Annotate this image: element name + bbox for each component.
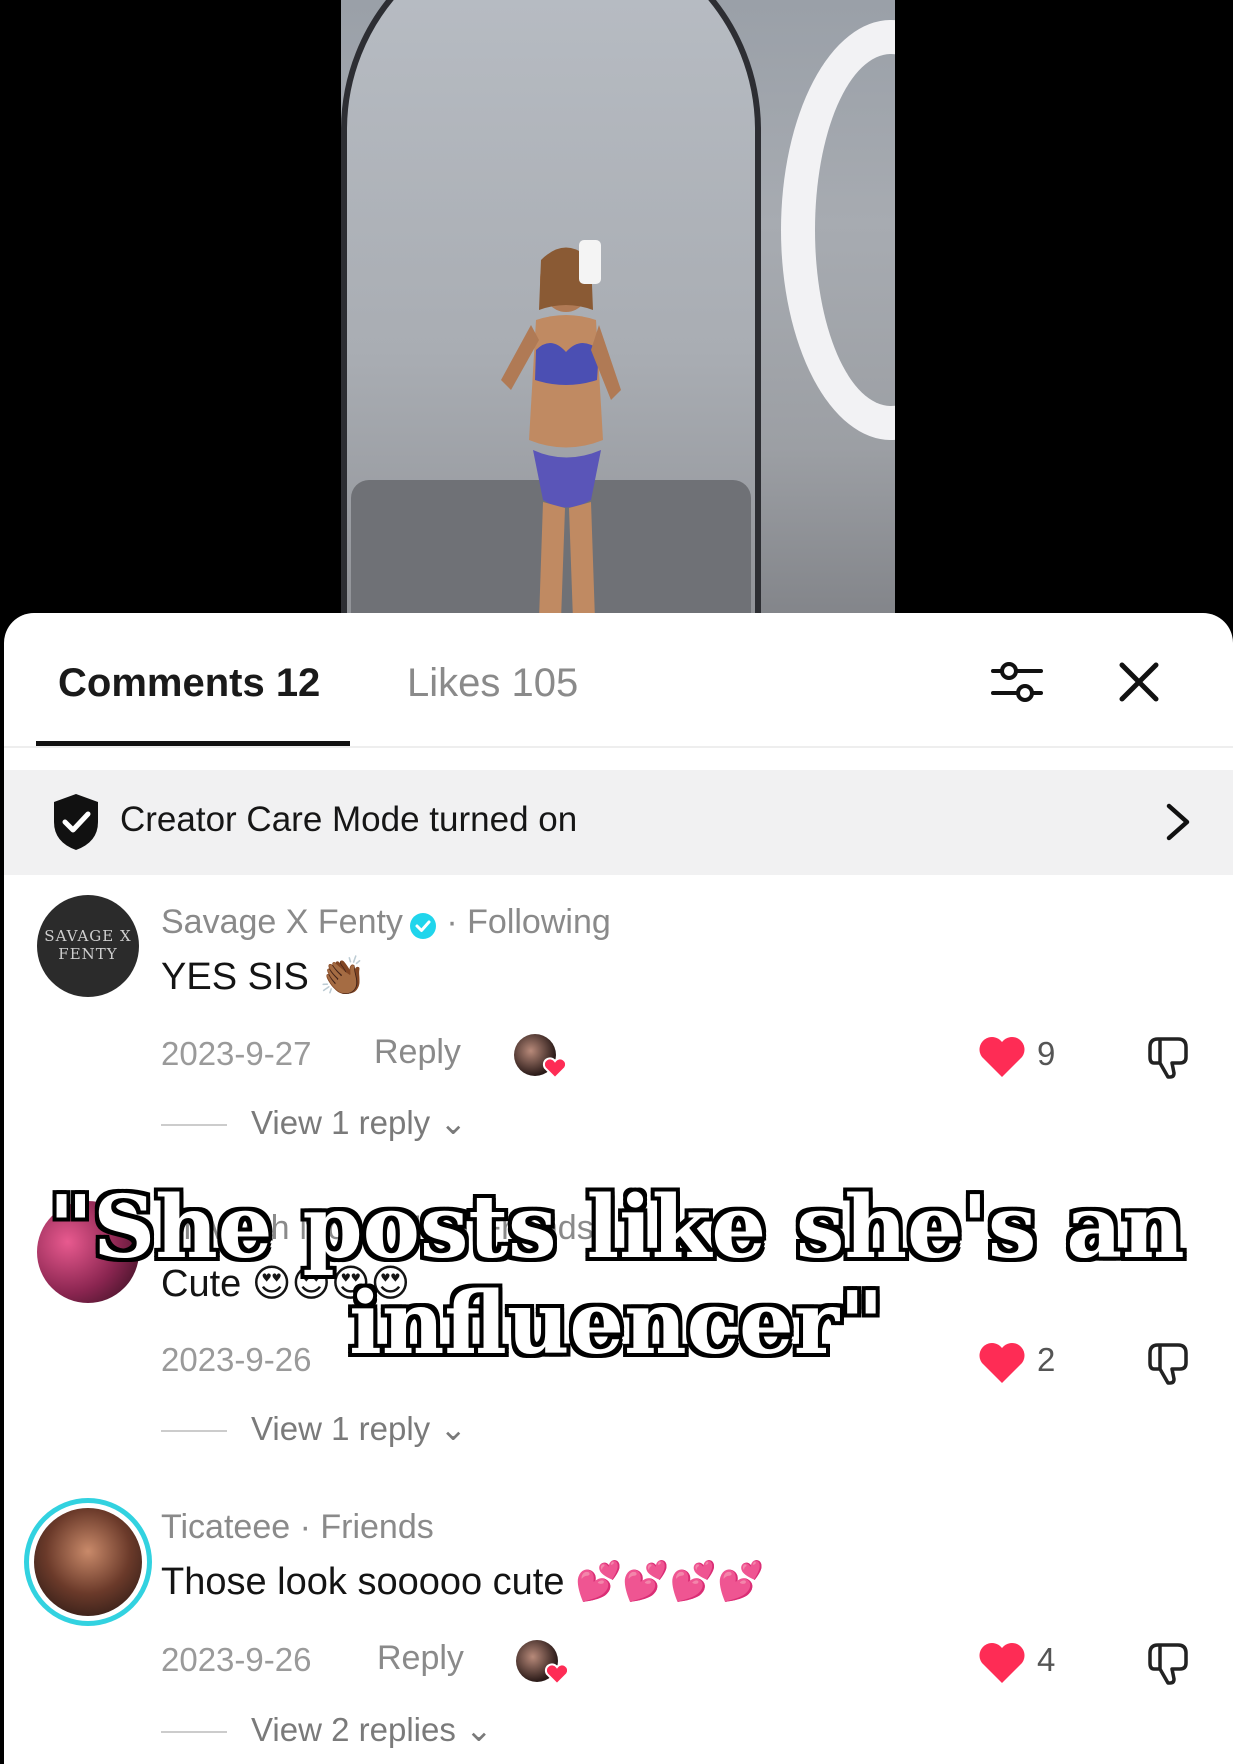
video-player[interactable] bbox=[0, 0, 1233, 640]
reply-line-divider bbox=[161, 1124, 227, 1127]
comment-text: Cute 😍😍😍😍 bbox=[161, 1263, 411, 1305]
creator-care-label: Creator Care Mode turned on bbox=[120, 800, 578, 839]
avatar-text: SAVAGE X FENTY bbox=[44, 927, 132, 963]
avatar[interactable] bbox=[24, 1498, 152, 1626]
verified-badge-icon bbox=[409, 910, 437, 940]
close-icon[interactable] bbox=[1114, 657, 1164, 707]
view-replies-text: View 1 reply ⌄ bbox=[251, 1104, 467, 1141]
avatar[interactable]: SAVAGE X FENTY bbox=[37, 895, 139, 997]
heart-icon[interactable] bbox=[977, 1033, 1027, 1079]
mini-heart-icon bbox=[544, 1663, 570, 1686]
avatar[interactable] bbox=[37, 1201, 139, 1303]
avatar-face bbox=[34, 1508, 142, 1616]
tab-bar: Comments 12 Likes 105 bbox=[4, 613, 1233, 746]
relation-text: · Friends bbox=[290, 1508, 434, 1546]
view-replies-button[interactable]: View 2 replies ⌄ bbox=[161, 1710, 493, 1749]
comment-username[interactable]: Savage X Fenty · Following bbox=[161, 903, 611, 942]
comment-date: 2023-9-26 bbox=[161, 1641, 312, 1678]
comment-username[interactable]: Sieviyah Mone M... · Friends bbox=[161, 1209, 594, 1248]
reply-line-divider bbox=[161, 1731, 227, 1734]
username-text: Savage X Fenty bbox=[161, 903, 403, 941]
ring-light-image bbox=[781, 20, 895, 440]
view-replies-text: View 2 replies ⌄ bbox=[251, 1711, 493, 1748]
relation-text: · Following bbox=[436, 903, 611, 941]
person-image bbox=[491, 240, 641, 620]
view-replies-button[interactable]: View 1 reply ⌄ bbox=[161, 1103, 467, 1142]
view-replies-button[interactable]: View 1 reply ⌄ bbox=[161, 1409, 467, 1448]
shield-check-icon bbox=[50, 792, 102, 852]
comment-text: Those look sooooo cute 💕💕💕💕 bbox=[161, 1561, 765, 1603]
like-count: 9 bbox=[1037, 1035, 1056, 1072]
comment-date: 2023-9-27 bbox=[161, 1035, 312, 1072]
reply-button[interactable]: Reply bbox=[377, 1639, 464, 1678]
dislike-icon[interactable] bbox=[1144, 1637, 1194, 1687]
heart-icon[interactable] bbox=[977, 1339, 1027, 1385]
view-replies-text: View 1 reply ⌄ bbox=[251, 1410, 467, 1447]
sliders-icon[interactable] bbox=[989, 655, 1045, 711]
mini-heart-icon bbox=[542, 1057, 568, 1080]
tabs-divider bbox=[4, 746, 1233, 748]
creator-care-banner[interactable]: Creator Care Mode turned on bbox=[4, 770, 1233, 875]
reply-line-divider bbox=[161, 1430, 227, 1433]
comment-username[interactable]: Ticateee · Friends bbox=[161, 1508, 434, 1547]
chevron-right-icon bbox=[1159, 802, 1195, 842]
comment-date: 2023-9-26 bbox=[161, 1341, 312, 1378]
dislike-icon[interactable] bbox=[1144, 1337, 1194, 1387]
like-count: 4 bbox=[1037, 1641, 1056, 1678]
comments-sheet: Comments 12 Likes 105 Creator Care Mode … bbox=[4, 613, 1233, 1764]
tab-likes[interactable]: Likes 105 bbox=[407, 661, 578, 706]
username-text: Ticateee bbox=[161, 1508, 291, 1546]
tab-comments[interactable]: Comments 12 bbox=[58, 661, 320, 706]
like-count: 2 bbox=[1037, 1341, 1056, 1378]
video-frame bbox=[341, 0, 895, 640]
heart-icon[interactable] bbox=[977, 1639, 1027, 1685]
reply-button[interactable]: Reply bbox=[374, 1033, 461, 1072]
comment-text: YES SIS 👏🏾 bbox=[161, 956, 367, 998]
dislike-icon[interactable] bbox=[1144, 1031, 1194, 1081]
